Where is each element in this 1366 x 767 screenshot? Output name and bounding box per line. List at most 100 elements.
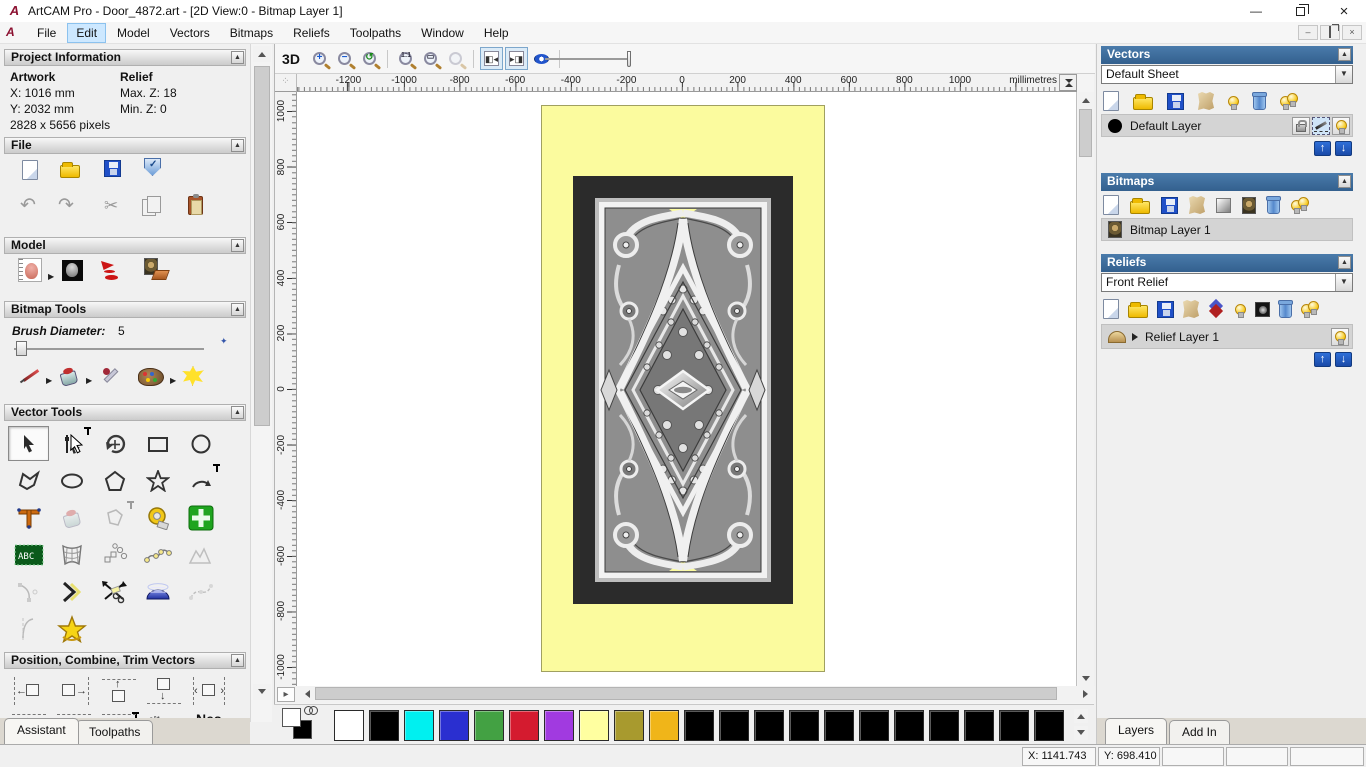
free-sketch-tool[interactable] [180,537,221,572]
all-reliefs-visibility-icon[interactable] [1301,300,1321,318]
flood-fill-icon[interactable] [58,366,80,386]
colour-picker-icon[interactable] [100,366,120,386]
palette-swatch[interactable] [894,710,924,741]
relief-layer-visibility-icon[interactable] [1331,327,1349,346]
save-relief-layer-icon[interactable] [1157,300,1174,318]
palette-swatch[interactable] [684,710,714,741]
palette-swatch[interactable] [439,710,469,741]
move-relief-down-button[interactable]: ↓ [1335,352,1352,367]
delete-layer-icon[interactable] [1252,92,1267,110]
fit-vectors-tool[interactable] [94,500,135,535]
palette-swatch[interactable] [789,710,819,741]
move-layer-up-button[interactable]: ↑ [1314,141,1331,156]
vector-layer-row[interactable]: Default Layer [1101,114,1353,137]
flyout-arrow-icon[interactable]: ▶ [46,376,52,385]
weave-wizard-tool[interactable] [137,574,178,609]
close-button[interactable]: × [1322,0,1366,22]
cross-section-tool[interactable] [8,611,49,646]
paste-along-curve-tool[interactable] [94,537,135,572]
scrollbar-thumb[interactable] [1079,109,1092,157]
collapse-icon[interactable]: ▲ [1338,175,1351,188]
fit-spline-tool[interactable] [137,537,178,572]
palette-icon[interactable] [138,368,164,386]
chevron-down-icon[interactable]: ▼ [1335,66,1352,83]
wrap-star-tool[interactable] [51,611,92,646]
menu-item-edit[interactable]: Edit [67,22,107,43]
relief-select[interactable]: Front Relief ▼ [1101,273,1353,292]
link-colours-icon[interactable] [304,706,318,715]
palette-swatch[interactable] [719,710,749,741]
measure-tool[interactable] [137,500,178,535]
options-icon[interactable] [144,158,161,176]
collapse-icon[interactable]: ▲ [231,406,244,419]
contrast-slider-track[interactable] [545,58,630,60]
select-tool[interactable] [8,426,49,461]
save-bitmap-layer-icon[interactable] [1161,196,1178,214]
zoom-1to1-button[interactable]: 1:1 [394,47,417,70]
text-selection-tool[interactable]: ABC [8,537,49,572]
copy-bitmap-icon[interactable] [1242,196,1256,214]
flyout-arrow-icon[interactable]: ▶ [48,272,54,281]
assistant-scrollbar[interactable] [250,44,272,722]
collapse-icon[interactable]: ▲ [231,139,244,152]
toggle-bitmap-visibility-button[interactable]: ◧◂ [480,47,503,70]
bitmap-layer-row[interactable]: Bitmap Layer 1 [1101,218,1353,241]
palette-swatch[interactable] [579,710,609,741]
collapse-icon[interactable]: ▲ [231,239,244,252]
palette-swatch[interactable] [404,710,434,741]
vector-pour-tool[interactable] [51,500,92,535]
align-top-tool[interactable]: ↑ [98,674,140,708]
paste-icon[interactable] [188,194,203,215]
menu-item-help[interactable]: Help [475,23,518,43]
canvas-viewport[interactable] [297,92,1077,686]
save-vector-layer-icon[interactable] [1167,92,1184,110]
text-tool[interactable] [8,500,49,535]
combine-reliefs-icon[interactable] [1208,301,1226,317]
circle-tool[interactable] [180,426,221,461]
align-left-tool[interactable]: ← [8,674,50,708]
zoom-in-button[interactable]: + [308,47,331,70]
toggle-vector-visibility-button[interactable]: ▸◨ [505,47,528,70]
palette-swatch[interactable] [369,710,399,741]
paint-icon[interactable] [20,366,42,386]
collapse-icon[interactable]: ▲ [1338,48,1351,61]
merge-bitmap-layers-icon[interactable] [1189,196,1205,214]
palette-swatch[interactable] [334,710,364,741]
move-layer-down-button[interactable]: ↓ [1335,141,1352,156]
zoom-fit-button[interactable]: ▭ [419,47,442,70]
snap-grid-toggle[interactable] [180,500,221,535]
palette-swatch[interactable] [509,710,539,741]
palette-swatch[interactable] [474,710,504,741]
snap-to-layer-icon[interactable] [1312,116,1330,135]
menu-item-model[interactable]: Model [108,23,159,43]
relief-visibility-icon[interactable] [1235,303,1246,318]
palette-swatch[interactable] [929,710,959,741]
palette-swatch[interactable] [1034,710,1064,741]
trim-vectors-tool[interactable] [94,574,135,609]
offset-vectors-tool[interactable] [51,574,92,609]
redo-icon[interactable]: ↷ [58,196,74,216]
palette-swatch[interactable] [649,710,679,741]
menu-item-vectors[interactable]: Vectors [161,23,219,43]
star-tool[interactable] [137,463,178,498]
arc-through-points-tool[interactable] [8,574,49,609]
palette-swatch[interactable] [964,710,994,741]
mdi-minimize-button[interactable]: – [1298,25,1318,40]
polygon-tool[interactable] [94,463,135,498]
delete-relief-layer-icon[interactable] [1278,300,1293,318]
collapse-icon[interactable]: ▲ [1338,256,1351,269]
new-bitmap-layer-icon[interactable] [1103,195,1119,215]
scrollbar-thumb[interactable] [315,687,1057,700]
restore-button[interactable] [1278,0,1322,22]
palette-swatch[interactable] [544,710,574,741]
door-artwork[interactable] [541,105,825,672]
collapse-icon[interactable]: ▲ [231,51,244,64]
relief-layer-row[interactable]: Relief Layer 1 [1101,324,1353,349]
palette-swatch[interactable] [754,710,784,741]
polyline-tool[interactable] [8,463,49,498]
primary-colour-indicator[interactable] [282,708,301,727]
open-icon[interactable] [60,160,80,178]
scroll-down-icon[interactable] [1078,671,1094,686]
save-icon[interactable] [104,160,121,177]
view-hscrollbar[interactable]: ▸ [275,686,1095,703]
